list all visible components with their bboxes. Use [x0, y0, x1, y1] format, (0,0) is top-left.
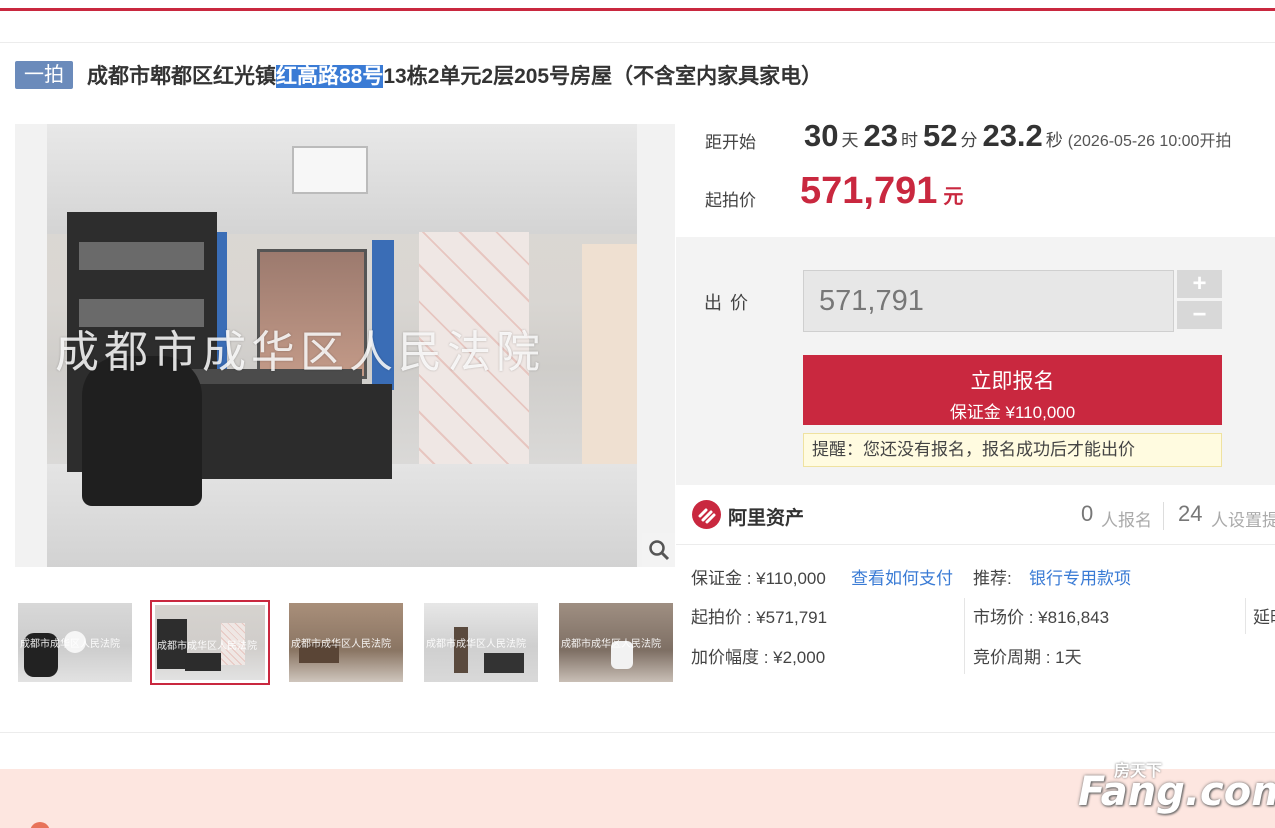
increase-bid-button[interactable]: +	[1177, 270, 1222, 298]
thumbnail-watermark: 成都市成华区人民法院	[20, 639, 120, 650]
column-divider	[964, 598, 965, 674]
signup-count: 0	[1081, 501, 1094, 526]
thumbnail-watermark: 成都市成华区人民法院	[561, 639, 661, 650]
start-price: 571,791 元	[800, 170, 963, 213]
bid-panel: 出价 571,791 + − 立即报名 保证金 ¥110,000 提醒：您还没有…	[676, 237, 1275, 485]
start-price-unit: 元	[943, 186, 964, 208]
thumbnail-selected[interactable]: 成都市成华区人民法院	[150, 600, 270, 685]
seller-row: 阿里资产 0 人报名 24 人设置提	[676, 490, 1275, 545]
title-suffix: 13栋2单元2层205号房屋（不含室内家具家电）	[383, 65, 823, 88]
increment-info: 加价幅度 : ¥2,000	[691, 648, 826, 667]
minutes-unit: 分	[960, 131, 978, 150]
how-to-pay-link[interactable]: 查看如何支付	[851, 564, 953, 589]
register-now-button[interactable]: 立即报名 保证金 ¥110,000	[803, 355, 1222, 425]
seller-name[interactable]: 阿里资产	[728, 503, 804, 530]
auction-countdown-panel: 距开始 30 天 23 时 52 分 23.2 秒 (2026-05-26 10:00开拍 起拍…	[676, 110, 1275, 235]
fang-watermark-logo: 房天下 Fang.com	[1078, 757, 1275, 819]
title-prefix: 成都市郫都区红光镇	[87, 65, 276, 88]
market-price-info: 市场价 : ¥816,843	[973, 608, 1110, 627]
deposit-info: 保证金 : ¥110,000	[691, 569, 826, 588]
start-time-note: (2026-05-26 10:00开拍	[1067, 133, 1232, 150]
start-price-value: 571,791	[800, 170, 938, 212]
countdown-hours: 23	[863, 118, 898, 153]
start-price-info: 起拍价 : ¥571,791	[691, 608, 828, 627]
photo-watermark: 成都市成华区人民法院	[55, 327, 545, 378]
main-photo: 成都市成华区人民法院	[47, 124, 637, 567]
header-divider	[0, 42, 1275, 43]
thumbnail[interactable]: 成都市成华区人民法院	[556, 600, 676, 685]
start-price-label: 起拍价	[705, 191, 756, 210]
title-highlighted-text: 红高路88号	[276, 65, 384, 88]
zoom-icon[interactable]	[642, 533, 675, 567]
top-accent-line	[0, 8, 1275, 11]
register-button-label: 立即报名	[970, 370, 1055, 393]
signup-label: 人报名	[1101, 511, 1152, 530]
registration-notice: 提醒：您还没有报名，报名成功后才能出价	[803, 433, 1222, 467]
thumbnail-watermark: 成都市成华区人民法院	[426, 639, 526, 650]
reminder-count: 24	[1178, 501, 1203, 526]
recommend-label: 推荐:	[973, 569, 1012, 588]
ali-assets-logo-icon	[692, 500, 721, 529]
reminder-label: 人设置提	[1211, 511, 1275, 530]
stat-divider	[1163, 502, 1164, 530]
column-divider	[1245, 598, 1246, 634]
item-title-row: 一拍 成都市郫都区红光镇红高路88号13栋2单元2层205号房屋（不含室内家具家…	[15, 58, 822, 92]
deposit-label: 保证金 ¥110,000	[949, 403, 1076, 422]
thumbnail-watermark: 成都市成华区人民法院	[157, 641, 257, 652]
hours-unit: 时	[900, 131, 918, 150]
delay-info: 延时	[1253, 608, 1275, 627]
auction-round-badge: 一拍	[15, 61, 73, 89]
main-photo-viewer[interactable]: 成都市成华区人民法院	[15, 124, 675, 567]
fang-logo-text: Fang.com	[1078, 769, 1275, 815]
decrease-bid-button[interactable]: −	[1177, 301, 1222, 329]
thumbnail-watermark: 成都市成华区人民法院	[291, 639, 391, 650]
section-divider	[0, 732, 1275, 733]
item-title: 成都市郫都区红光镇红高路88号13栋2单元2层205号房屋（不含室内家具家电）	[87, 60, 822, 90]
seconds-unit: 秒	[1045, 131, 1063, 150]
countdown-minutes: 52	[922, 118, 958, 153]
bid-amount-input[interactable]: 571,791	[803, 270, 1174, 332]
thumbnail[interactable]: 成都市成华区人民法院	[286, 600, 406, 685]
days-unit: 天	[841, 131, 859, 150]
countdown-seconds: 23.2	[982, 118, 1043, 153]
thumbnail[interactable]: 成都市成华区人民法院	[421, 600, 541, 685]
bid-cycle-info: 竞价周期 : 1天	[973, 648, 1082, 667]
thumbnail-strip: 成都市成华区人民法院 成都市成华区人民法院 成都市成华区人民法院 成都市成华区人…	[15, 600, 676, 685]
bid-label: 出价	[704, 293, 756, 313]
countdown-timer: 30 天 23 时 52 分 23.2 秒 (2026-05-26 10:00开拍	[804, 118, 1231, 154]
countdown-label: 距开始	[705, 133, 756, 152]
thumbnail[interactable]: 成都市成华区人民法院	[15, 600, 135, 685]
bank-payment-link[interactable]: 银行专用款项	[1029, 564, 1131, 589]
countdown-days: 30	[804, 118, 839, 153]
